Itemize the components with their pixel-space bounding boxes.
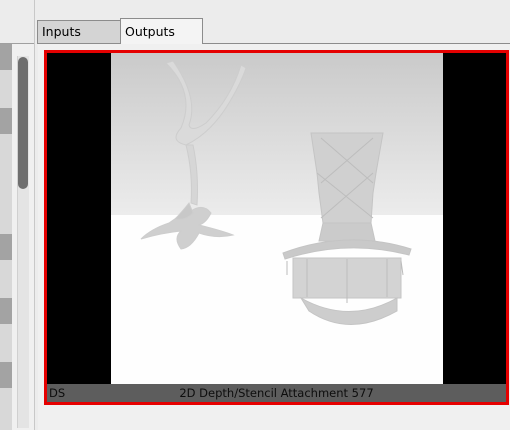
depth-image-preview — [111, 53, 443, 384]
output-resource-name: 2D Depth/Stencil Attachment 577 — [179, 386, 374, 400]
tab-inputs[interactable]: Inputs — [37, 20, 121, 43]
resource-list-pane — [0, 43, 34, 430]
output-thumbnail[interactable]: DS 2D Depth/Stencil Attachment 577 — [44, 50, 509, 405]
tab-outputs[interactable]: Outputs — [120, 18, 203, 44]
list-strip — [0, 44, 12, 430]
output-caption-bar: DS 2D Depth/Stencil Attachment 577 — [47, 384, 506, 402]
scrollbar-thumb[interactable] — [18, 57, 28, 189]
